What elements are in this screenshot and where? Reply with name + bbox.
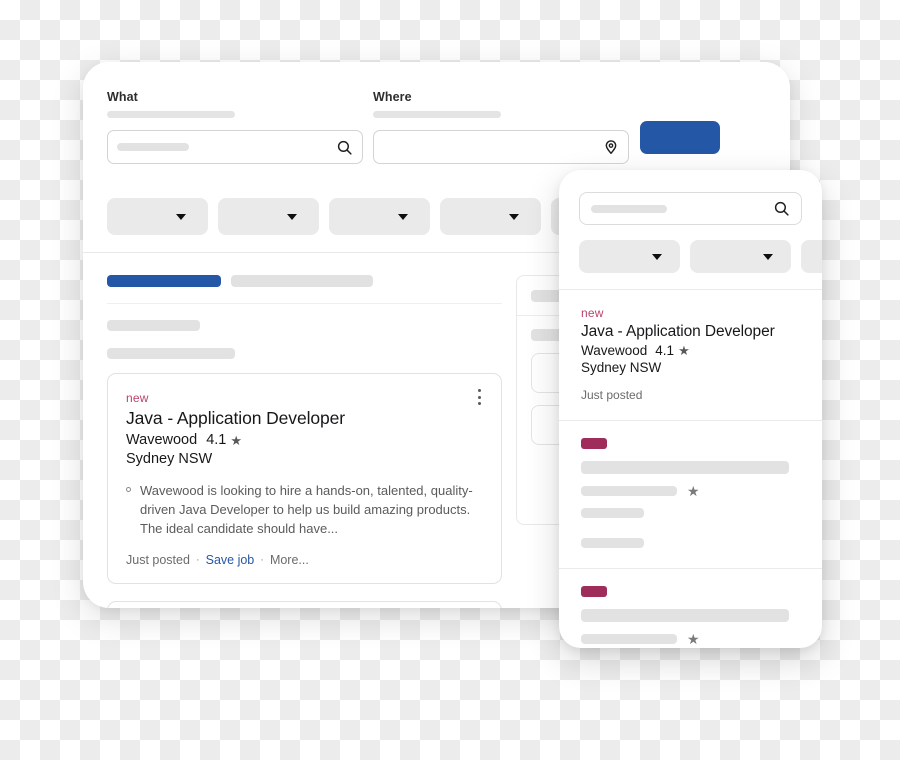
company-rating: 4.1 ★ xyxy=(206,432,242,448)
kebab-menu-icon[interactable] xyxy=(471,388,487,406)
company-skeleton-row: ★ xyxy=(581,484,800,498)
mobile-filter-row xyxy=(579,240,822,273)
filter-chip-2[interactable] xyxy=(218,198,319,235)
star-icon: ★ xyxy=(687,483,700,499)
mobile-filter-chip-3[interactable] xyxy=(801,240,822,273)
job-card[interactable]: new Java - Application Developer Wavewoo… xyxy=(107,373,502,584)
title-skeleton xyxy=(581,609,789,622)
new-badge: new xyxy=(126,391,149,405)
star-icon: ★ xyxy=(687,631,700,647)
rating-value: 4.1 xyxy=(206,432,227,448)
star-icon: ★ xyxy=(230,432,243,448)
star-icon: ★ xyxy=(678,343,690,358)
title-skeleton xyxy=(581,461,789,474)
job-company-row: Wavewood 4.1 ★ xyxy=(126,432,483,448)
mobile-search-header xyxy=(559,170,822,289)
where-field-group: Where xyxy=(373,90,629,164)
active-tab-skeleton[interactable] xyxy=(107,275,221,287)
chevron-down-icon xyxy=(763,253,773,260)
new-badge-skeleton xyxy=(581,586,607,597)
company-name[interactable]: Wavewood xyxy=(581,343,647,358)
separator-1: · xyxy=(195,553,200,566)
where-input[interactable] xyxy=(373,130,629,164)
new-badge: new xyxy=(581,306,604,320)
mobile-job-card-skeleton-2[interactable]: ★ xyxy=(559,569,822,648)
what-label-skeleton xyxy=(107,111,235,118)
posted-time: Just posted xyxy=(581,388,643,402)
mobile-job-search-panel: new Java - Application Developer Wavewoo… xyxy=(559,170,822,648)
bullet-icon xyxy=(126,487,131,492)
mobile-search-input[interactable] xyxy=(579,192,802,225)
job-card-footer: Just posted · Save job · More... xyxy=(126,553,483,567)
results-count-skeleton xyxy=(107,320,200,331)
screenshot-canvas: What Where new Java - Application Develo… xyxy=(0,0,900,760)
chevron-down-icon xyxy=(652,253,662,260)
search-fields-row: What Where xyxy=(107,90,766,164)
posted-time: Just posted xyxy=(126,552,190,567)
chevron-down-icon xyxy=(398,213,408,220)
what-input-placeholder xyxy=(117,143,189,151)
separator-2: · xyxy=(260,553,264,566)
company-skeleton-row: ★ xyxy=(581,632,800,646)
mobile-job-card[interactable]: new Java - Application Developer Wavewoo… xyxy=(559,290,822,420)
filter-chip-4[interactable] xyxy=(440,198,541,235)
location-skeleton xyxy=(581,508,644,518)
job-snippet-row: Wavewood is looking to hire a hands-on, … xyxy=(126,481,483,539)
desktop-search-bar: What Where xyxy=(83,62,790,182)
results-column: new Java - Application Developer Wavewoo… xyxy=(107,275,502,608)
find-jobs-button[interactable] xyxy=(640,121,720,154)
company-rating: 4.1 ★ xyxy=(655,343,689,358)
where-label: Where xyxy=(373,90,412,104)
company-name[interactable]: Wavewood xyxy=(126,432,197,448)
company-skeleton xyxy=(581,634,677,644)
save-job-link[interactable]: Save job xyxy=(206,553,255,567)
what-label: What xyxy=(107,90,138,104)
new-badge-skeleton xyxy=(581,438,607,449)
mobile-filter-chip-1[interactable] xyxy=(579,240,680,273)
mobile-search-placeholder xyxy=(591,204,667,213)
results-meta-skeleton xyxy=(107,348,235,359)
filter-chip-1[interactable] xyxy=(107,198,208,235)
chevron-down-icon xyxy=(509,213,519,220)
job-title[interactable]: Java - Application Developer xyxy=(126,408,483,429)
results-divider xyxy=(107,303,502,304)
posted-skeleton xyxy=(581,538,644,548)
job-location: Sydney NSW xyxy=(581,360,662,375)
job-snippet: Wavewood is looking to hire a hands-on, … xyxy=(140,483,473,537)
where-label-skeleton xyxy=(373,111,501,118)
what-field-group: What xyxy=(107,90,363,164)
job-location: Sydney NSW xyxy=(126,451,213,467)
results-tab-row xyxy=(107,275,502,287)
mobile-job-card-skeleton-1[interactable]: ★ xyxy=(559,421,822,568)
job-company-row: Wavewood 4.1 ★ xyxy=(581,343,800,358)
inactive-tab-skeleton[interactable] xyxy=(231,275,373,287)
map-pin-icon[interactable] xyxy=(603,139,619,155)
search-icon[interactable] xyxy=(773,200,790,217)
filter-chip-3[interactable] xyxy=(329,198,430,235)
mobile-filter-chip-2[interactable] xyxy=(690,240,791,273)
chevron-down-icon xyxy=(176,213,186,220)
rating-value: 4.1 xyxy=(655,343,675,358)
job-title[interactable]: Java - Application Developer xyxy=(581,323,800,341)
what-input[interactable] xyxy=(107,130,363,164)
search-icon[interactable] xyxy=(336,139,353,156)
chevron-down-icon xyxy=(287,213,297,220)
company-skeleton xyxy=(581,486,677,496)
more-link[interactable]: More... xyxy=(270,553,309,567)
job-card-skeleton[interactable] xyxy=(107,600,502,608)
